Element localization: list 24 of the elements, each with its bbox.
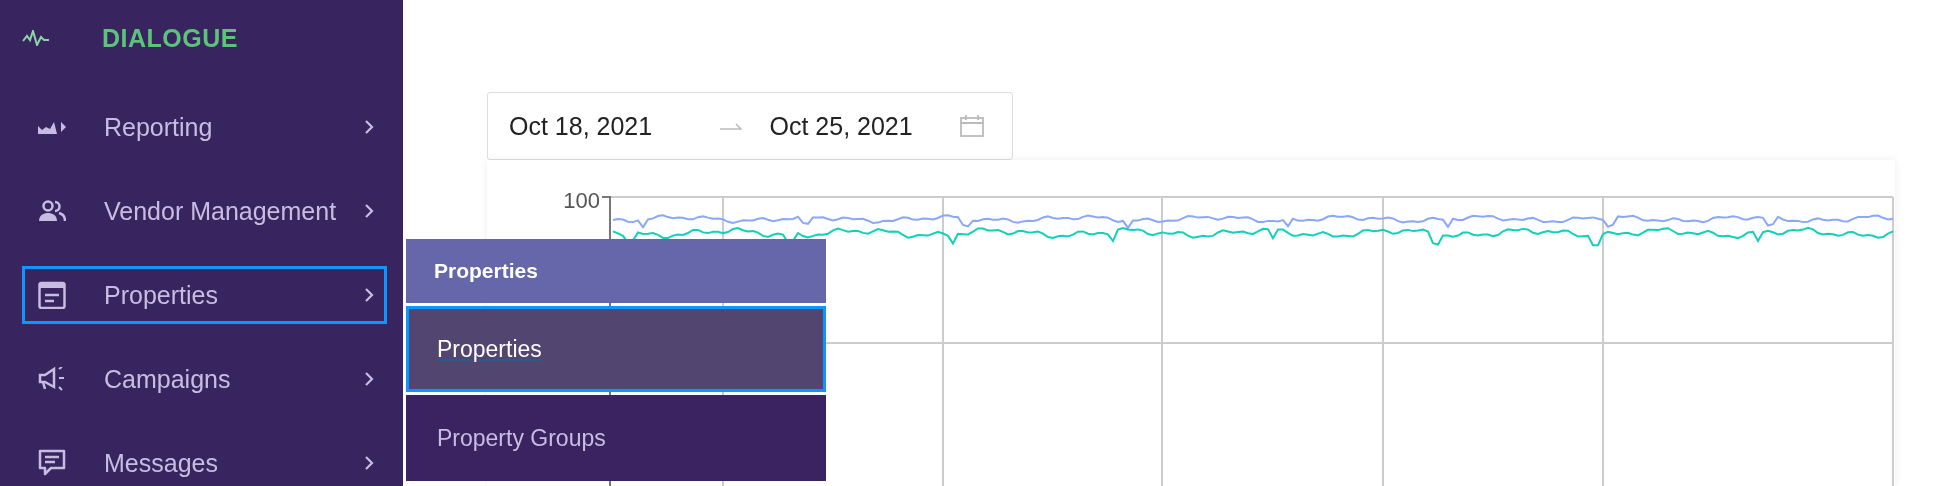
sidebar-item[interactable]: Properties [22,266,387,324]
chevron-icon [364,371,374,387]
megaphone-icon [38,367,66,391]
submenu-item[interactable]: Properties [406,306,826,392]
start-date-field[interactable]: Oct 18, 2021 [509,111,700,141]
sidebar-item[interactable]: Vendor Management [22,182,387,240]
chevron-icon [364,455,374,471]
submenu-item[interactable]: Property Groups [406,395,826,481]
chart-icon [38,120,66,134]
submenu-header: Properties [406,239,826,303]
message-icon [38,449,66,477]
pulse-icon [22,30,50,46]
panel-icon [38,281,66,309]
people-icon [38,200,66,222]
axis-label: 100 [563,188,600,214]
end-date-field[interactable]: Oct 25, 2021 [769,111,960,141]
sidebar-item[interactable]: Messages [22,434,387,486]
chevron-icon [364,119,374,135]
chevron-icon [364,203,374,219]
sidebar-item[interactable]: Reporting [22,98,387,156]
calendar-icon[interactable] [960,115,984,137]
brand-name: DIALOGUE [102,23,238,53]
sidebar-item[interactable]: Campaigns [22,350,387,408]
chevron-icon [364,287,374,303]
